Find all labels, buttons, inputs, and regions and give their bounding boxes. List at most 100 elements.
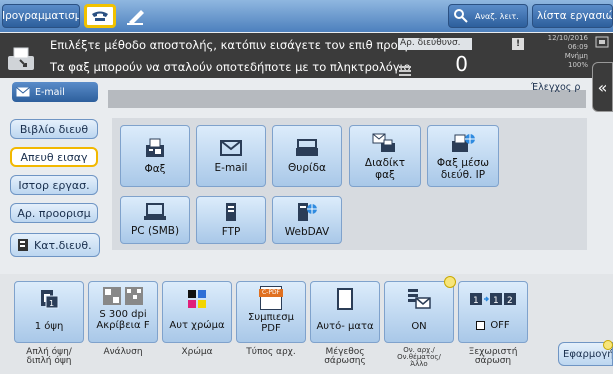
file-name-caption: Ον. αρχ./ Ον.θέματος/ Άλλο [384, 347, 454, 368]
ip-fax-icon [452, 133, 475, 152]
page-size-icon [337, 288, 353, 310]
memory-label: Μνήμη [564, 52, 588, 60]
file-name-caption-3: Άλλο [410, 360, 428, 368]
search-icon [454, 9, 468, 23]
ip-fax-label-1: Φαξ μέσω [436, 156, 490, 169]
email-tile[interactable]: E-mail [196, 125, 266, 187]
duplex-caption-2: διπλή όψη [26, 356, 72, 366]
color-setting-button[interactable]: Αυτ χρώμα [162, 281, 232, 343]
separate-scan-value-row: OFF [476, 320, 510, 331]
box-icon [296, 139, 318, 156]
separate-scan-caption: Ξεχωριστή σάρωση [458, 348, 528, 366]
server-icon [226, 203, 236, 221]
web-server-icon [298, 203, 317, 221]
function-search-button[interactable]: Αναζ. λειτ. [448, 4, 528, 28]
svg-text:1: 1 [49, 299, 54, 308]
svg-text:1: 1 [473, 296, 479, 306]
box-tile[interactable]: Θυρίδα [272, 125, 342, 187]
resolution-value-2: Ακρίβεια F [96, 320, 150, 331]
resolution-setting-button[interactable]: S 300 dpi Ακρίβεια F [88, 281, 158, 343]
scan-size-value: Αυτό- ματα [316, 321, 374, 332]
destination-input-field[interactable] [108, 90, 586, 108]
email-tab[interactable]: E-mail [12, 82, 98, 102]
usb-icon [595, 36, 609, 48]
sidebar-item-job-history[interactable]: Ιστορ εργασ. [10, 175, 98, 195]
email-icon [220, 140, 242, 156]
computer-icon [144, 203, 166, 220]
programming-button[interactable]: Προγραμματισμ. [2, 4, 80, 28]
ip-fax-tile[interactable]: Φαξ μέσω διεύθ. IP [427, 125, 499, 187]
color-icon [188, 290, 206, 308]
separate-scan-value: OFF [490, 320, 510, 331]
box-label: Θυρίδα [288, 162, 326, 174]
fax-device-icon [6, 42, 38, 74]
date-text: 12/10/2016 [547, 34, 588, 42]
svg-text:1: 1 [493, 296, 499, 306]
separate-scan-icon: 112 [470, 293, 516, 306]
function-search-label: Αναζ. λειτ. [475, 11, 519, 21]
keypad-icon[interactable] [398, 65, 412, 77]
destination-count: 0 [455, 52, 468, 76]
envelope-icon [16, 87, 30, 97]
setting-changed-indicator [444, 276, 456, 288]
separate-scan-caption-2: σάρωση [474, 356, 512, 366]
pen-icon [127, 10, 144, 25]
address-book-icon [18, 239, 28, 251]
resolution-caption: Ανάλυση [103, 347, 143, 357]
edit-mode-button[interactable] [119, 4, 151, 28]
fax-tile[interactable]: Φαξ [120, 125, 190, 187]
single-side-icon: 1 [41, 290, 59, 309]
webdav-label: WebDAV [284, 226, 330, 238]
duplex-caption: Απλή όψη/ διπλή όψη [14, 348, 84, 366]
color-caption: Χρώμα [181, 347, 213, 357]
email-label: E-mail [214, 162, 248, 174]
file-name-value: ON [411, 321, 427, 332]
webdav-tile[interactable]: WebDAV [272, 196, 342, 244]
double-chevron-left-icon: « [597, 77, 608, 97]
separate-scan-checkbox[interactable] [476, 321, 486, 330]
scan-size-setting-button[interactable]: Αυτό- ματα [310, 281, 380, 343]
file-type-value-2: PDF [261, 323, 281, 334]
scan-size-caption-2: σάρωσης [324, 356, 366, 366]
warning-icon[interactable]: ! [512, 38, 524, 50]
apply-indicator [603, 340, 613, 350]
pc-smb-tile[interactable]: PC (SMB) [120, 196, 190, 244]
internet-fax-tile[interactable]: Διαδίκτ φαξ [349, 125, 421, 187]
file-type-caption: Τύπος αρχ. [246, 347, 296, 357]
separate-scan-setting-button[interactable]: 112 OFF [458, 281, 528, 343]
ftp-tile[interactable]: FTP [196, 196, 266, 244]
document-mail-icon [408, 289, 431, 309]
sidebar-item-direct-input[interactable]: Απευθ εισαγ [10, 147, 98, 167]
duplex-value: 1 όψη [34, 321, 64, 332]
fax-mode-button[interactable] [84, 4, 116, 28]
sidebar-item-destination-number[interactable]: Αρ. προορισμ [10, 203, 98, 223]
fax-label: Φαξ [144, 163, 166, 175]
destination-count-label: Αρ. διεύθυνσ. [398, 38, 472, 50]
job-list-button[interactable]: λίστα εργασιών [532, 4, 613, 28]
resolution-value-1: S 300 dpi [99, 309, 147, 320]
internet-fax-label-2: φαξ [375, 168, 395, 181]
pdf-file-icon: C-PDF [259, 286, 283, 310]
duplex-setting-button[interactable]: 1 1 όψη [14, 281, 84, 343]
svg-text:2: 2 [507, 296, 513, 306]
internet-fax-label-1: Διαδίκτ [364, 156, 406, 169]
message-line-1: Επιλέξτε μέθοδο αποστολής, κατόπιν εισάγ… [50, 38, 416, 52]
status-info: 12/10/2016 06:09 Μνήμη 100% [538, 34, 588, 70]
email-tab-label: E-mail [35, 86, 65, 98]
file-type-setting-button[interactable]: C-PDF Συμπιεσμ PDF [236, 281, 306, 343]
pc-smb-label: PC (SMB) [130, 225, 180, 237]
resolution-icon [103, 287, 143, 305]
sidebar-item-address-search[interactable]: Κατ.διευθ. [10, 233, 100, 257]
collapse-panel-button[interactable]: « [592, 62, 613, 112]
pdf-badge: C-PDF [259, 289, 283, 297]
message-line-2: Τα φαξ μπορούν να σταλούν οποτεδήποτε με… [50, 60, 411, 74]
check-details-button[interactable]: Έλεγχος ρ [531, 82, 593, 98]
ip-fax-label-2: διεύθ. IP [440, 168, 486, 181]
file-name-setting-button[interactable]: ON [384, 281, 454, 343]
memory-value: 100% [567, 61, 588, 69]
internet-fax-icon [372, 133, 395, 152]
sidebar-item-address-book[interactable]: Βιβλίο διευθ [10, 119, 98, 139]
ftp-label: FTP [221, 226, 241, 238]
file-type-value-1: Συμπιεσμ [248, 312, 294, 323]
phone-icon [92, 11, 108, 21]
